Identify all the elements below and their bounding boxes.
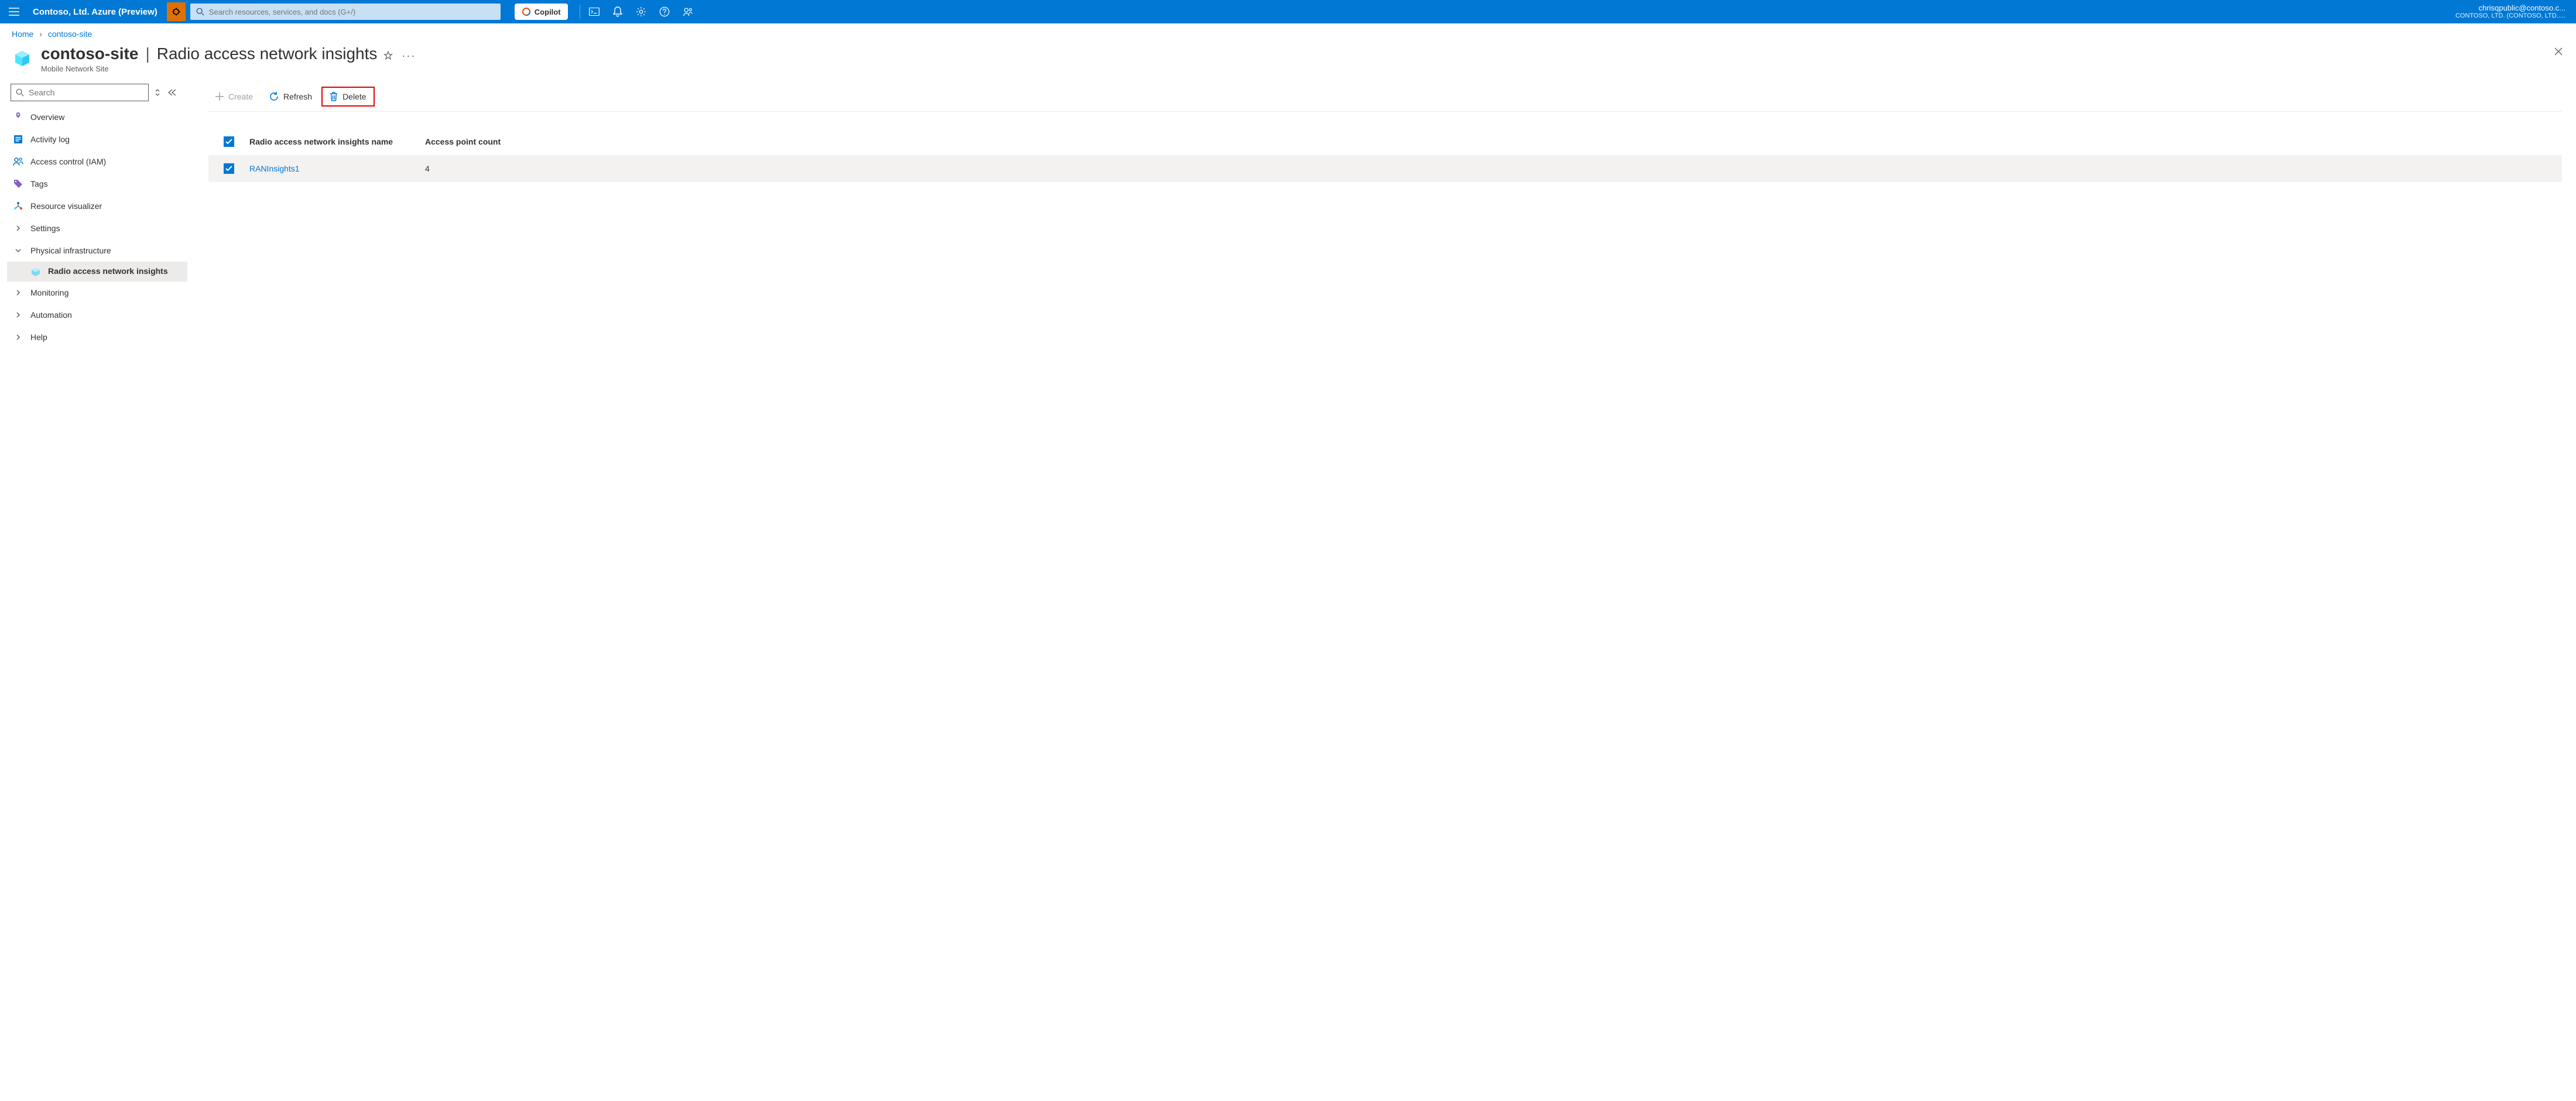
sidebar-item-resource-visualizer[interactable]: Resource visualizer	[7, 195, 187, 217]
log-icon	[13, 135, 23, 144]
sidebar-item-label: Automation	[30, 310, 72, 320]
hamburger-menu-icon[interactable]	[5, 2, 23, 21]
sidebar-item-label: Tags	[30, 179, 48, 188]
title-divider: |	[145, 44, 149, 63]
chevron-right-icon	[13, 312, 23, 318]
sidebar-item-ran-insights[interactable]: Radio access network insights	[7, 262, 187, 282]
notifications-icon[interactable]	[606, 0, 629, 23]
row-count-cell: 4	[425, 164, 601, 173]
global-search[interactable]	[190, 4, 501, 20]
cube-icon	[30, 267, 41, 276]
row-name-link[interactable]: RANInsights1	[249, 164, 300, 173]
account-directory: CONTOSO, LTD. (CONTOSO, LTD.....	[2455, 12, 2565, 20]
pin-icon	[13, 112, 23, 122]
sidebar-item-label: Resource visualizer	[30, 201, 102, 211]
sidebar-item-automation[interactable]: Automation	[7, 304, 187, 326]
sidebar-item-label: Monitoring	[30, 288, 68, 297]
chevron-down-icon	[13, 248, 23, 253]
favorite-star-icon[interactable]	[383, 50, 393, 61]
sidebar-item-tags[interactable]: Tags	[7, 173, 187, 195]
content-pane: Create Refresh Delete Radio access netwo…	[187, 81, 2576, 348]
delete-button[interactable]: Delete	[321, 87, 374, 107]
delete-label: Delete	[342, 92, 366, 101]
column-header-count[interactable]: Access point count	[425, 137, 601, 146]
column-header-name[interactable]: Radio access network insights name	[249, 137, 425, 146]
sidebar-item-settings[interactable]: Settings	[7, 217, 187, 239]
breadcrumb: Home › contoso-site	[0, 23, 2576, 42]
sidebar-item-overview[interactable]: Overview	[7, 106, 187, 128]
account-menu[interactable]: chrisqpublic@contoso.c... CONTOSO, LTD. …	[2450, 4, 2571, 20]
breadcrumb-resource[interactable]: contoso-site	[48, 29, 92, 39]
sidebar-expand-sort-icon[interactable]	[155, 88, 160, 97]
row-checkbox[interactable]	[224, 163, 234, 174]
refresh-label: Refresh	[283, 92, 312, 101]
settings-icon[interactable]	[629, 0, 653, 23]
people-icon	[13, 157, 23, 166]
visualizer-icon	[13, 201, 23, 211]
sidebar-search[interactable]	[11, 84, 149, 101]
breadcrumb-home[interactable]: Home	[12, 29, 33, 39]
help-icon[interactable]	[653, 0, 676, 23]
global-search-input[interactable]	[209, 8, 495, 16]
chevron-right-icon	[13, 290, 23, 296]
page-header: contoso-site | Radio access network insi…	[0, 42, 2576, 81]
sidebar-item-help[interactable]: Help	[7, 326, 187, 348]
copilot-icon	[522, 7, 531, 16]
search-icon	[16, 88, 24, 97]
account-email: chrisqpublic@contoso.c...	[2455, 4, 2565, 13]
command-bar: Create Refresh Delete	[208, 81, 2562, 112]
more-actions-icon[interactable]: ···	[402, 50, 416, 62]
plus-icon	[215, 92, 224, 101]
page-title: contoso-site	[41, 44, 138, 63]
sidebar-item-label: Activity log	[30, 135, 70, 144]
resource-icon	[12, 48, 33, 69]
chevron-right-icon	[13, 334, 23, 340]
feedback-icon[interactable]	[676, 0, 700, 23]
sidebar-item-label: Physical infrastructure	[30, 246, 111, 255]
sidebar-item-label: Settings	[30, 224, 60, 233]
sidebar-item-label: Overview	[30, 112, 64, 122]
sidebar-item-physical-infrastructure[interactable]: Physical infrastructure	[7, 239, 187, 262]
search-icon	[196, 8, 204, 16]
cloud-shell-icon[interactable]	[583, 0, 606, 23]
sidebar-search-input[interactable]	[29, 88, 143, 97]
trash-icon	[330, 92, 338, 101]
sidebar-item-label: Help	[30, 332, 47, 342]
copilot-label: Copilot	[535, 8, 561, 16]
close-blade-icon[interactable]	[2554, 47, 2563, 56]
refresh-icon	[269, 92, 279, 101]
breadcrumb-separator: ›	[39, 29, 42, 39]
tag-icon	[13, 179, 23, 188]
create-button[interactable]: Create	[208, 87, 260, 107]
refresh-button[interactable]: Refresh	[262, 87, 319, 107]
sidebar-item-activity-log[interactable]: Activity log	[7, 128, 187, 150]
create-label: Create	[228, 92, 253, 101]
sidebar-item-monitoring[interactable]: Monitoring	[7, 282, 187, 304]
sidebar-item-iam[interactable]: Access control (IAM)	[7, 150, 187, 173]
ran-insights-table: Radio access network insights name Acces…	[208, 128, 2562, 182]
chevron-right-icon	[13, 225, 23, 231]
resource-sidebar: Overview Activity log Access control (IA…	[0, 81, 187, 348]
tenant-name[interactable]: Contoso, Ltd. Azure (Preview)	[28, 7, 162, 17]
page-section: Radio access network insights	[157, 44, 378, 63]
top-navigation-bar: Contoso, Ltd. Azure (Preview) Copilot ch…	[0, 0, 2576, 23]
copilot-button[interactable]: Copilot	[515, 4, 568, 20]
select-all-checkbox[interactable]	[224, 136, 234, 147]
sidebar-collapse-icon[interactable]	[166, 88, 176, 97]
sidebar-item-label: Access control (IAM)	[30, 157, 106, 166]
page-subtitle: Mobile Network Site	[41, 64, 2564, 73]
table-row[interactable]: RANInsights1 4	[208, 155, 2562, 182]
preview-bug-icon[interactable]	[167, 2, 186, 21]
sidebar-item-label: Radio access network insights	[48, 266, 168, 277]
table-header-row: Radio access network insights name Acces…	[208, 128, 2562, 155]
